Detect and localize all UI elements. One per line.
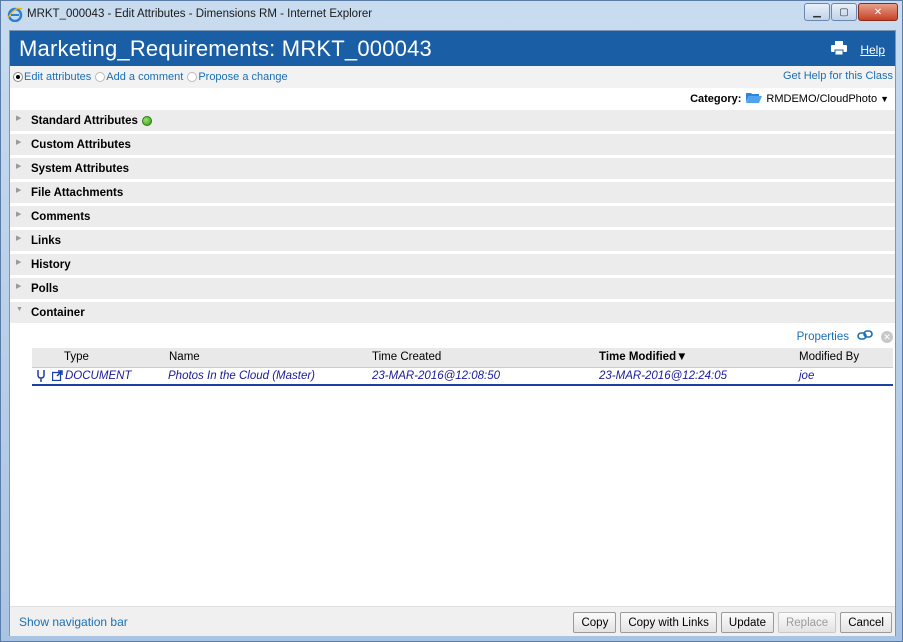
window-controls: ▁ ▢ ✕ <box>803 3 898 21</box>
section-comments[interactable]: ▶ Comments <box>10 206 895 230</box>
show-navigation-bar-link[interactable]: Show navigation bar <box>19 615 128 629</box>
close-icon[interactable]: ✕ <box>881 331 893 343</box>
section-title: Standard Attributes <box>31 114 138 127</box>
container-table: Type Name Time Created Time Modified▼ Mo… <box>32 348 893 386</box>
section-title: File Attachments <box>31 186 124 199</box>
chevron-down-icon[interactable]: ▼ <box>880 94 889 104</box>
page-title: Marketing_Requirements: MRKT_000043 <box>19 35 432 61</box>
expand-arrow-icon[interactable]: ▶ <box>16 234 21 242</box>
link-icon[interactable] <box>857 329 873 345</box>
radio-empty-icon <box>187 72 198 82</box>
container-panel: Properties ✕ Type Name Time Created Time… <box>10 326 895 565</box>
section-title: Links <box>31 234 62 247</box>
category-value[interactable]: RMDEMO/CloudPhoto <box>766 93 877 105</box>
footer-bar: Show navigation bar Copy Copy with Links… <box>10 606 895 636</box>
column-name[interactable]: Name <box>165 348 372 368</box>
internet-explorer-icon <box>7 6 23 23</box>
section-polls[interactable]: ▶ Polls <box>10 278 895 302</box>
category-bar: Category: RMDEMO/CloudPhoto ▼ <box>10 88 895 110</box>
section-title: System Attributes <box>31 162 129 175</box>
copy-button[interactable]: Copy <box>573 612 617 633</box>
edit-attributes-radio[interactable]: Edit attributes <box>13 71 91 83</box>
page-header: Marketing_Requirements: MRKT_000043 Help <box>10 31 895 66</box>
column-time-created[interactable]: Time Created <box>372 348 599 368</box>
help-link[interactable]: Help <box>860 43 885 57</box>
add-comment-label: Add a comment <box>106 71 184 83</box>
expand-arrow-icon[interactable]: ▶ <box>16 186 21 194</box>
column-time-modified-label: Time Modified <box>599 351 677 364</box>
sort-desc-icon: ▼ <box>676 351 688 364</box>
table-row[interactable]: DOCUMENT Photos In the Cloud (Master) 23… <box>32 367 893 386</box>
add-comment-radio[interactable]: Add a comment <box>95 71 183 83</box>
column-time-modified[interactable]: Time Modified▼ <box>599 348 799 368</box>
radio-empty-icon <box>95 72 106 82</box>
section-file-attachments[interactable]: ▶ File Attachments <box>10 182 895 206</box>
expand-arrow-icon[interactable]: ▶ <box>16 210 21 218</box>
action-buttons: Copy Copy with Links Update Replace Canc… <box>569 612 892 633</box>
collapse-arrow-icon[interactable]: ▼ <box>16 306 23 313</box>
section-title: Polls <box>31 282 59 295</box>
section-container[interactable]: ▼ Container <box>10 302 895 326</box>
mode-bar: Edit attributes Add a comment Propose a … <box>10 66 895 88</box>
print-icon[interactable] <box>831 41 847 58</box>
section-title: Custom Attributes <box>31 138 131 151</box>
column-type[interactable]: Type <box>32 348 165 368</box>
column-modified-by[interactable]: Modified By <box>799 348 893 368</box>
browser-window: MRKT_000043 - Edit Attributes - Dimensio… <box>0 0 903 642</box>
expand-arrow-icon[interactable]: ▶ <box>16 282 21 290</box>
cell-time-created: 23-MAR-2016@12:08:50 <box>372 367 599 386</box>
minimize-button[interactable]: ▁ <box>804 3 830 21</box>
propose-change-label: Propose a change <box>198 71 288 83</box>
expand-arrow-icon[interactable]: ▶ <box>16 162 21 170</box>
cell-name[interactable]: Photos In the Cloud (Master) <box>165 367 372 386</box>
radio-selected-icon <box>13 72 23 82</box>
folder-icon <box>746 92 763 106</box>
window-title: MRKT_000043 - Edit Attributes - Dimensio… <box>27 8 373 20</box>
section-standard-attributes[interactable]: ▶ Standard Attributes <box>10 110 895 134</box>
valid-status-icon <box>141 115 152 126</box>
cell-modified-by[interactable]: joe <box>799 367 893 386</box>
container-toolbar: Properties ✕ <box>10 326 895 348</box>
expand-arrow-icon[interactable]: ▶ <box>16 258 21 266</box>
section-title: History <box>31 258 71 271</box>
section-custom-attributes[interactable]: ▶ Custom Attributes <box>10 134 895 158</box>
close-window-button[interactable]: ✕ <box>858 3 898 21</box>
row-type: DOCUMENT <box>65 369 132 382</box>
section-history[interactable]: ▶ History <box>10 254 895 278</box>
section-links[interactable]: ▶ Links <box>10 230 895 254</box>
title-bar: MRKT_000043 - Edit Attributes - Dimensio… <box>1 1 903 27</box>
expand-arrow-icon[interactable]: ▶ <box>16 114 21 122</box>
replace-button: Replace <box>777 612 837 633</box>
cell-type: DOCUMENT <box>32 367 165 386</box>
help-for-class-link[interactable]: Get Help for this Class <box>783 70 893 82</box>
edit-attributes-label: Edit attributes <box>24 71 92 83</box>
section-title: Comments <box>31 210 91 223</box>
update-button[interactable]: Update <box>720 612 774 633</box>
table-header-row: Type Name Time Created Time Modified▼ Mo… <box>32 348 893 368</box>
section-system-attributes[interactable]: ▶ System Attributes <box>10 158 895 182</box>
category-label: Category: <box>690 93 742 105</box>
open-external-icon[interactable] <box>52 370 63 382</box>
section-title: Container <box>31 306 85 319</box>
maximize-button[interactable]: ▢ <box>831 3 857 21</box>
propose-change-radio[interactable]: Propose a change <box>187 71 288 83</box>
page-content: Marketing_Requirements: MRKT_000043 Help… <box>9 30 896 636</box>
cancel-button[interactable]: Cancel <box>840 612 892 633</box>
branch-icon <box>36 369 46 382</box>
copy-with-links-button[interactable]: Copy with Links <box>620 612 717 633</box>
expand-arrow-icon[interactable]: ▶ <box>16 138 21 146</box>
properties-link[interactable]: Properties <box>797 331 849 343</box>
cell-time-modified: 23-MAR-2016@12:24:05 <box>599 367 799 386</box>
